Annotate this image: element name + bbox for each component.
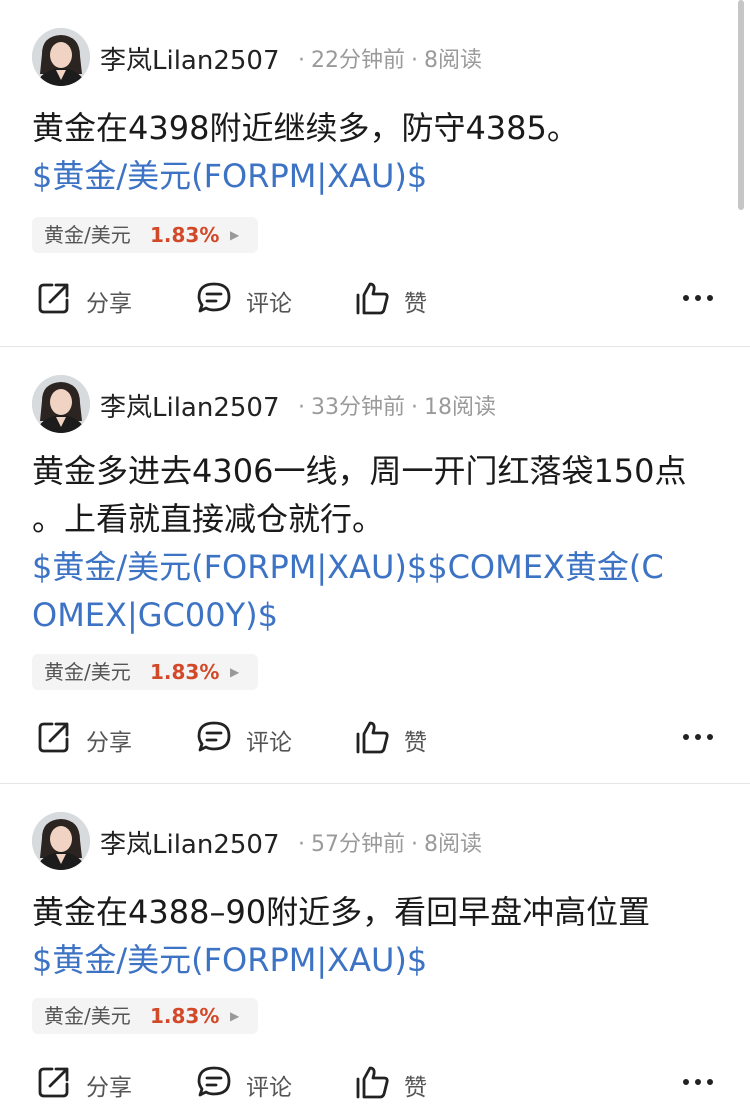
comment-label: 评论 — [246, 730, 292, 756]
quote-chip[interactable]: 黄金/美元 1.83% ▶ — [32, 217, 258, 253]
stock-tag-link[interactable]: $黄金/美元(FORPM|XAU)$$COMEX黄金(C — [32, 543, 720, 591]
meta-separator: · — [298, 832, 305, 857]
avatar[interactable] — [32, 375, 90, 433]
read-count: 8阅读 — [424, 832, 482, 857]
share-label: 分享 — [86, 1075, 132, 1101]
comment-label: 评论 — [246, 291, 292, 317]
author-name[interactable]: 李岚Lilan2507 — [100, 824, 280, 861]
author-row: 李岚Lilan2507 · 33分钟前 · 18阅读 — [0, 347, 750, 463]
post-text-line: 黄金多进去4306一线，周一开门红落袋150点 — [32, 452, 687, 490]
comment-icon — [197, 1066, 231, 1097]
post-body: 黄金在4388–90附近多，看回早盘冲高位置 $黄金/美元(FORPM|XAU)… — [32, 888, 720, 984]
stock-tag-link[interactable]: $黄金/美元(FORPM|XAU)$ — [32, 936, 720, 984]
post-text-line: 黄金在4398附近继续多，防守4385。 — [32, 109, 579, 147]
stock-tag-link[interactable]: OMEX|GC00Y)$ — [32, 591, 720, 639]
chip-name: 黄金/美元 — [44, 660, 131, 684]
meta-separator: · — [411, 48, 418, 73]
post-body: 黄金在4398附近继续多，防守4385。 $黄金/美元(FORPM|XAU)$ — [32, 104, 720, 200]
post-meta: · 57分钟前 · 8阅读 — [292, 826, 482, 858]
triangle-right-icon: ▶ — [230, 665, 240, 679]
post-time: 57分钟前 — [311, 832, 405, 857]
like-label: 赞 — [404, 730, 427, 756]
chip-name: 黄金/美元 — [44, 223, 131, 247]
action-bar: 分享 评论 赞 — [0, 1064, 750, 1104]
share-label: 分享 — [86, 730, 132, 756]
triangle-right-icon: ▶ — [230, 228, 240, 242]
meta-separator: · — [411, 395, 418, 420]
more-horizontal-icon[interactable] — [678, 280, 718, 316]
avatar[interactable] — [32, 28, 90, 86]
read-count: 8阅读 — [424, 48, 482, 73]
meta-separator: · — [298, 48, 305, 73]
thumbs-up-icon — [356, 282, 389, 315]
post-card[interactable]: 李岚Lilan2507 · 57分钟前 · 8阅读 黄金在4388–90附近多，看回早… — [0, 784, 750, 1114]
chip-percent: 1.83% — [150, 223, 220, 247]
author-row: 李岚Lilan2507 · 22分钟前 · 8阅读 — [0, 0, 750, 116]
action-bar: 分享 评论 赞 — [0, 719, 750, 759]
read-count: 18阅读 — [424, 395, 496, 420]
post-time: 33分钟前 — [311, 395, 405, 420]
thumbs-up-icon — [356, 721, 389, 754]
post-body: 黄金多进去4306一线，周一开门红落袋150点 。上看就直接减仓就行。 $黄金/… — [32, 447, 720, 639]
stock-tag-link[interactable]: $黄金/美元(FORPM|XAU)$ — [32, 152, 720, 200]
scrollbar[interactable] — [738, 0, 744, 210]
share-icon — [38, 1067, 69, 1098]
chip-name: 黄金/美元 — [44, 1004, 131, 1028]
author-name[interactable]: 李岚Lilan2507 — [100, 40, 280, 77]
comment-icon — [197, 721, 231, 752]
like-label: 赞 — [404, 291, 427, 317]
post-card[interactable]: 李岚Lilan2507 · 33分钟前 · 18阅读 黄金多进去4306一线，周一开门… — [0, 347, 750, 783]
meta-separator: · — [411, 832, 418, 857]
author-name[interactable]: 李岚Lilan2507 — [100, 387, 280, 424]
chip-percent: 1.83% — [150, 1004, 220, 1028]
chip-percent: 1.83% — [150, 660, 220, 684]
share-icon — [38, 283, 69, 314]
post-card[interactable]: 李岚Lilan2507 · 22分钟前 · 8阅读 黄金在4398附近继续多，防守43… — [0, 0, 750, 346]
quote-chip[interactable]: 黄金/美元 1.83% ▶ — [32, 654, 258, 690]
feed: 李岚Lilan2507 · 22分钟前 · 8阅读 黄金在4398附近继续多，防守43… — [0, 0, 750, 1114]
triangle-right-icon: ▶ — [230, 1009, 240, 1023]
meta-separator: · — [298, 395, 305, 420]
share-icon — [38, 722, 69, 753]
author-row: 李岚Lilan2507 · 57分钟前 · 8阅读 — [0, 784, 750, 900]
post-meta: · 22分钟前 · 8阅读 — [292, 42, 482, 74]
share-label: 分享 — [86, 291, 132, 317]
more-horizontal-icon[interactable] — [678, 1064, 718, 1100]
quote-chip[interactable]: 黄金/美元 1.83% ▶ — [32, 998, 258, 1034]
post-meta: · 33分钟前 · 18阅读 — [292, 389, 496, 421]
like-label: 赞 — [404, 1075, 427, 1101]
more-horizontal-icon[interactable] — [678, 719, 718, 755]
thumbs-up-icon — [356, 1066, 389, 1099]
action-bar: 分享 评论 赞 — [0, 280, 750, 320]
post-text-line: 。上看就直接减仓就行。 — [32, 500, 385, 538]
post-text-line: 黄金在4388–90附近多，看回早盘冲高位置 — [32, 893, 651, 931]
comment-label: 评论 — [246, 1075, 292, 1101]
avatar[interactable] — [32, 812, 90, 870]
comment-icon — [197, 282, 231, 313]
post-time: 22分钟前 — [311, 48, 405, 73]
